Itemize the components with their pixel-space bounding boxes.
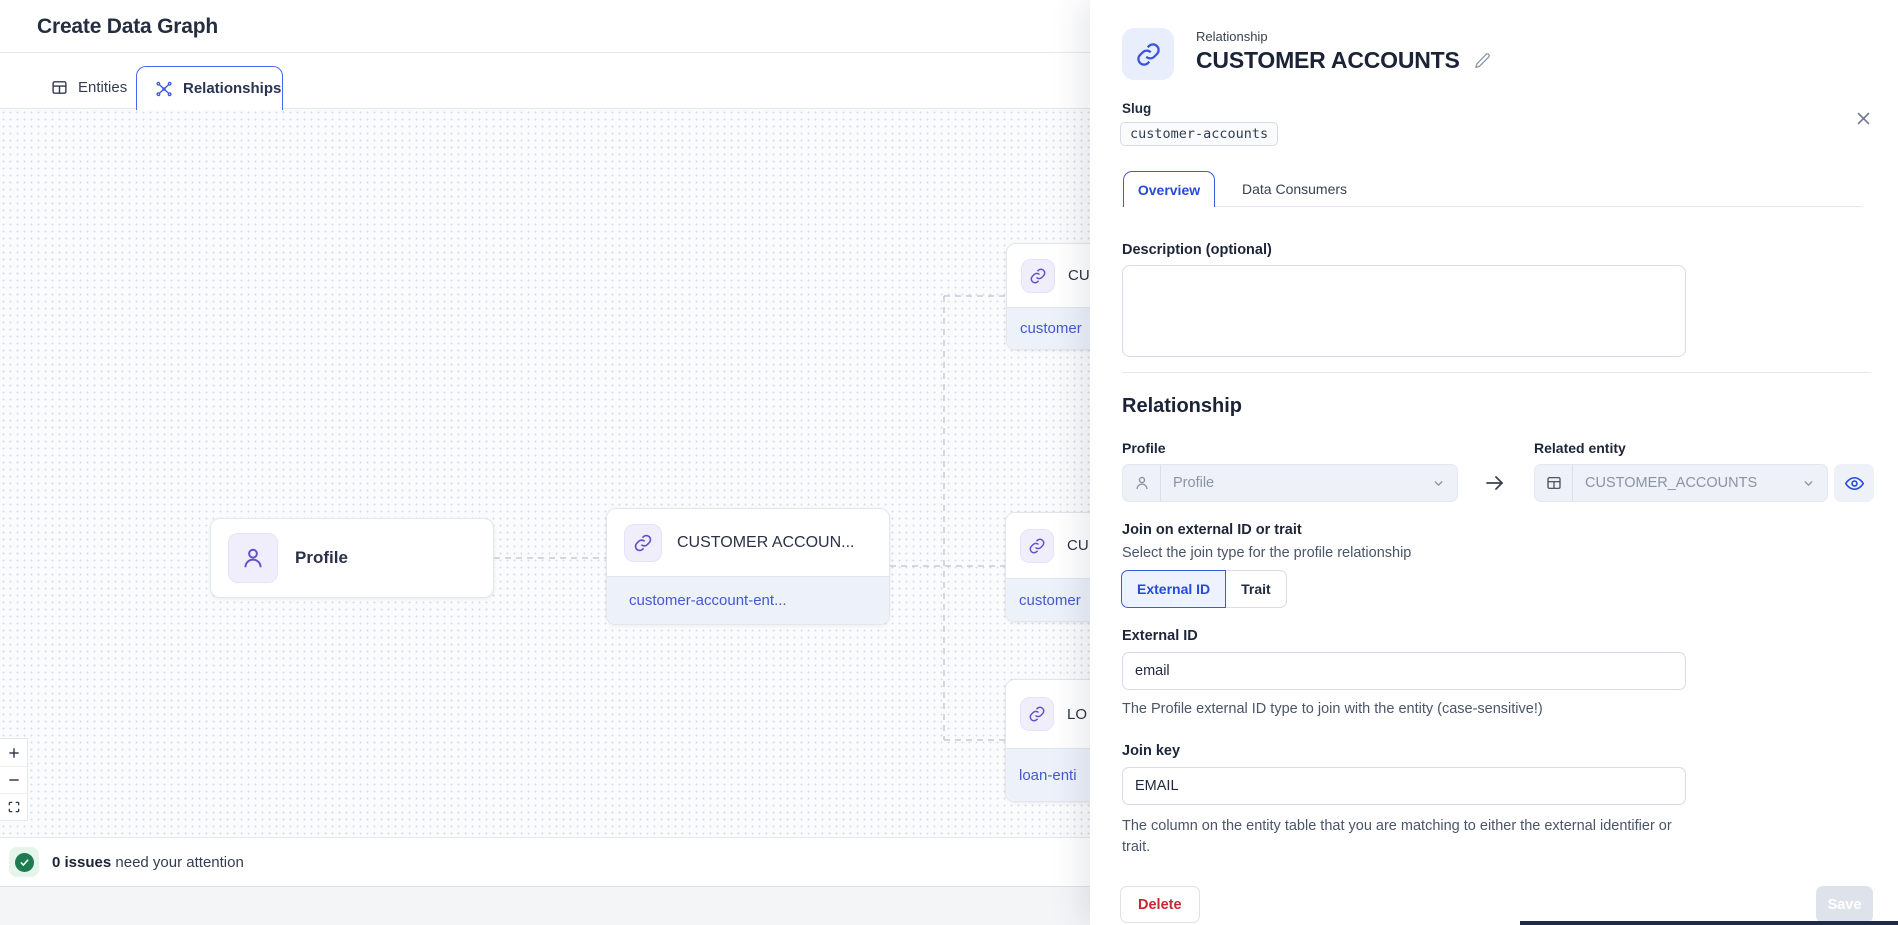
slug-label: Slug bbox=[1122, 101, 1151, 116]
delete-button[interactable]: Delete bbox=[1120, 886, 1200, 923]
canvas-footer-strip bbox=[0, 887, 1090, 925]
join-key-help: The column on the entity table that you … bbox=[1122, 816, 1678, 858]
panel-type-label: Relationship bbox=[1196, 29, 1268, 44]
join-type-help: Select the join type for the profile rel… bbox=[1122, 545, 1411, 561]
status-text: 0 issues need your attention bbox=[52, 854, 244, 871]
chevron-down-icon bbox=[1802, 477, 1827, 490]
join-type-label: Join on external ID or trait bbox=[1122, 522, 1302, 538]
arrow-right-icon bbox=[1483, 471, 1507, 495]
description-label: Description (optional) bbox=[1122, 242, 1272, 258]
page-title: Create Data Graph bbox=[37, 0, 218, 53]
node-title: LO bbox=[1067, 706, 1087, 723]
segment-external-id[interactable]: External ID bbox=[1121, 570, 1226, 608]
relationships-network-icon bbox=[155, 80, 173, 98]
node-header: CUSTOMER ACCOUN... bbox=[607, 509, 889, 576]
external-id-input[interactable] bbox=[1122, 652, 1686, 690]
table-grid-icon bbox=[51, 79, 68, 96]
related-entity-value: CUSTOMER_ACCOUNTS bbox=[1573, 475, 1802, 491]
join-type-segmented-control: External ID Trait bbox=[1121, 570, 1287, 608]
table-icon bbox=[1535, 465, 1573, 501]
chevron-down-icon bbox=[1432, 477, 1457, 490]
link-icon bbox=[1021, 259, 1055, 293]
node-title: CU bbox=[1068, 267, 1090, 284]
canvas-zoom-controls bbox=[0, 738, 28, 821]
tab-overview[interactable]: Overview bbox=[1123, 171, 1215, 207]
join-key-input[interactable] bbox=[1122, 767, 1686, 805]
related-entity-select[interactable]: CUSTOMER_ACCOUNTS bbox=[1534, 464, 1828, 502]
description-textarea[interactable] bbox=[1122, 265, 1686, 357]
graph-canvas[interactable] bbox=[0, 109, 1090, 837]
external-id-help: The Profile external ID type to join wit… bbox=[1122, 701, 1702, 717]
zoom-in-button[interactable] bbox=[0, 739, 27, 766]
related-entity-label: Related entity bbox=[1534, 440, 1626, 456]
panel-title: CUSTOMER ACCOUNTS bbox=[1196, 47, 1460, 74]
save-button[interactable]: Save bbox=[1816, 886, 1873, 923]
node-customer-accounts[interactable]: CUSTOMER ACCOUN... customer-account-ent.… bbox=[606, 508, 890, 625]
bottom-edge-dark-strip bbox=[1520, 921, 1898, 925]
segment-trait[interactable]: Trait bbox=[1226, 570, 1287, 608]
person-icon bbox=[228, 533, 278, 583]
profile-select-value: Profile bbox=[1161, 475, 1432, 491]
issues-rest: need your attention bbox=[111, 854, 244, 871]
tab-data-consumers[interactable]: Data Consumers bbox=[1230, 171, 1359, 206]
node-title: CU bbox=[1067, 537, 1089, 554]
main-tabbar: Entities Relationships bbox=[0, 53, 1090, 109]
tab-entities[interactable]: Entities bbox=[37, 66, 141, 108]
preview-entity-eye-icon[interactable] bbox=[1834, 464, 1874, 502]
issues-count: 0 issues bbox=[52, 854, 111, 871]
issues-status-bar: 0 issues need your attention bbox=[0, 837, 1090, 887]
tab-relationships-label: Relationships bbox=[183, 80, 281, 97]
close-panel-button[interactable] bbox=[1850, 105, 1876, 131]
node-profile-label: Profile bbox=[295, 548, 348, 568]
external-id-label: External ID bbox=[1122, 628, 1198, 644]
zoom-out-button[interactable] bbox=[0, 766, 27, 793]
create-data-graph-page: Create Data Graph Entities R bbox=[0, 0, 1898, 925]
section-divider bbox=[1122, 372, 1871, 373]
node-title: CUSTOMER ACCOUN... bbox=[677, 534, 855, 552]
link-icon bbox=[1020, 529, 1054, 563]
link-icon bbox=[1020, 697, 1054, 731]
join-key-label: Join key bbox=[1122, 743, 1180, 759]
person-icon bbox=[1123, 465, 1161, 501]
node-entity-slug[interactable]: customer-account-ent... bbox=[607, 576, 889, 624]
status-check-badge bbox=[9, 847, 39, 877]
fit-view-button[interactable] bbox=[0, 793, 27, 820]
tab-relationships[interactable]: Relationships bbox=[136, 66, 283, 110]
profile-label: Profile bbox=[1122, 440, 1166, 456]
relationship-link-icon bbox=[1122, 28, 1174, 80]
edit-pencil-icon[interactable] bbox=[1474, 52, 1491, 69]
slug-value: customer-accounts bbox=[1120, 122, 1278, 146]
node-profile[interactable]: Profile bbox=[210, 518, 494, 598]
tab-entities-label: Entities bbox=[78, 79, 127, 96]
profile-select[interactable]: Profile bbox=[1122, 464, 1458, 502]
relationship-section-title: Relationship bbox=[1122, 395, 1242, 418]
relationship-detail-panel: Relationship CUSTOMER ACCOUNTS Slug cust… bbox=[1090, 0, 1898, 925]
link-icon bbox=[624, 524, 662, 562]
panel-tabs-divider bbox=[1122, 206, 1862, 207]
check-circle-icon bbox=[15, 853, 34, 872]
